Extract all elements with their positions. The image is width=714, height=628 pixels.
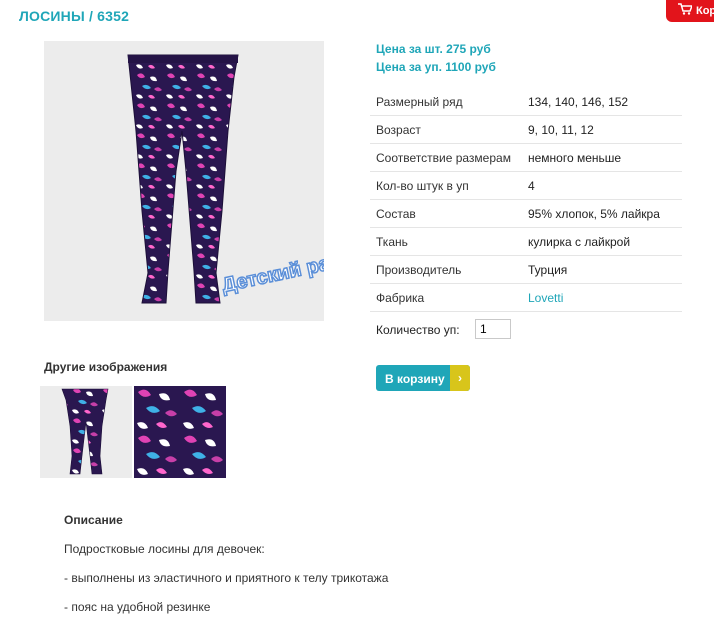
spec-value: немного меньше: [522, 143, 682, 172]
thumbnail-1[interactable]: [40, 386, 132, 478]
spec-value: кулирка с лайкрой: [522, 227, 682, 256]
spec-key: Размерный ряд: [370, 88, 522, 116]
product-main-image[interactable]: Детский размер: [44, 41, 324, 321]
spec-key: Кол-во штук в уп: [370, 171, 522, 200]
description-line: - выполнены из эластичного и приятного к…: [64, 571, 389, 585]
cart-label: Кор: [696, 5, 714, 17]
spec-key: Возраст: [370, 115, 522, 144]
description-heading: Описание: [64, 513, 123, 527]
spec-row: Кол-во штук в уп 4: [370, 171, 682, 200]
cart-icon: [678, 3, 692, 15]
description-line: Подростковые лосины для девочек:: [64, 542, 265, 556]
thumbnail-2[interactable]: [134, 386, 226, 478]
quantity-input[interactable]: [475, 319, 511, 339]
spec-value-factory: Lovetti: [522, 283, 682, 312]
spec-row: Соответствие размерам немного меньше: [370, 143, 682, 172]
spec-row: Состав 95% хлопок, 5% лайкра: [370, 199, 682, 228]
cart-tab[interactable]: Кор: [666, 0, 714, 22]
factory-link[interactable]: Lovetti: [528, 291, 563, 305]
description-line: - пояс на удобной резинке: [64, 600, 211, 614]
other-images-heading: Другие изображения: [44, 360, 168, 374]
add-to-cart-label: В корзину: [385, 372, 445, 386]
spec-key: Производитель: [370, 255, 522, 284]
spec-value: 9, 10, 11, 12: [522, 115, 682, 144]
page-title: ЛОСИНЫ / 6352: [19, 8, 130, 24]
spec-row: Фабрика Lovetti: [370, 283, 682, 312]
quantity-label: Количество уп:: [376, 323, 460, 337]
price-per-pack: Цена за уп. 1100 руб: [376, 60, 496, 74]
spec-value: 134, 140, 146, 152: [522, 88, 682, 116]
spec-value: 95% хлопок, 5% лайкра: [522, 199, 682, 228]
spec-value: 4: [522, 171, 682, 200]
price-per-item: Цена за шт. 275 руб: [376, 42, 491, 56]
spec-key: Состав: [370, 199, 522, 228]
add-to-cart-button[interactable]: В корзину ›: [376, 365, 470, 391]
chevron-right-icon: ›: [450, 365, 470, 391]
spec-row: Возраст 9, 10, 11, 12: [370, 115, 682, 144]
spec-row: Производитель Турция: [370, 255, 682, 284]
spec-value: Турция: [522, 255, 682, 284]
spec-key: Ткань: [370, 227, 522, 256]
specs-table: Размерный ряд 134, 140, 146, 152 Возраст…: [370, 88, 682, 312]
spec-key: Фабрика: [370, 283, 522, 312]
spec-key: Соответствие размерам: [370, 143, 522, 172]
spec-row: Размерный ряд 134, 140, 146, 152: [370, 88, 682, 116]
spec-row: Ткань кулирка с лайкрой: [370, 227, 682, 256]
